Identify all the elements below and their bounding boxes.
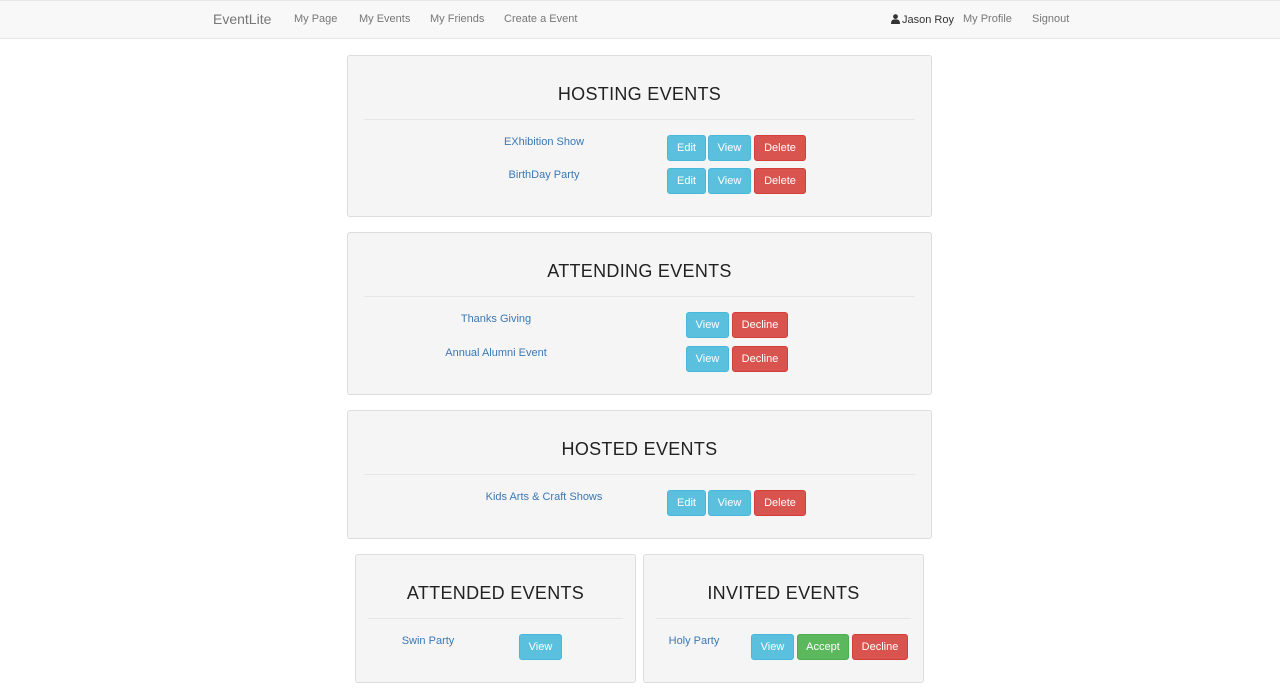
view-button[interactable]: View (708, 168, 751, 194)
divider (368, 618, 623, 619)
edit-button[interactable]: Edit (667, 168, 706, 194)
view-button[interactable]: View (751, 634, 794, 660)
decline-button[interactable]: Decline (732, 346, 788, 372)
hosting-events-panel: HOSTING EVENTS EXhibition Show Edit View… (347, 55, 932, 217)
nav-my-friends[interactable]: My Friends (430, 13, 484, 25)
divider (656, 618, 911, 619)
edit-button[interactable]: Edit (667, 135, 706, 161)
hosted-events-panel: HOSTED EVENTS Kids Arts & Craft Shows Ed… (347, 410, 932, 539)
user-icon (891, 14, 900, 24)
attending-events-title: ATTENDING EVENTS (547, 261, 732, 281)
invited-events-panel: INVITED EVENTS Holy Party View Accept De… (643, 554, 924, 683)
view-button[interactable]: View (686, 312, 729, 338)
view-button[interactable]: View (686, 346, 729, 372)
divider (364, 119, 915, 120)
decline-button[interactable]: Decline (732, 312, 788, 338)
event-link[interactable]: Thanks Giving (461, 313, 531, 325)
attended-events-title: ATTENDED EVENTS (406, 583, 585, 603)
hosted-events-title: HOSTED EVENTS (561, 439, 718, 459)
current-user: Jason Roy (891, 13, 954, 26)
event-link[interactable]: BirthDay Party (509, 169, 580, 181)
nav-my-events[interactable]: My Events (359, 13, 410, 25)
event-link[interactable]: Swin Party (402, 635, 455, 647)
event-link[interactable]: Kids Arts & Craft Shows (486, 491, 603, 503)
brand-link[interactable]: EventLite (213, 11, 271, 27)
view-button[interactable]: View (708, 490, 751, 516)
nav-my-page[interactable]: My Page (294, 13, 337, 25)
view-button[interactable]: View (708, 135, 751, 161)
delete-button[interactable]: Delete (754, 168, 806, 194)
divider (364, 474, 915, 475)
divider (364, 296, 915, 297)
hosting-events-title: HOSTING EVENTS (557, 84, 722, 104)
event-link[interactable]: Annual Alumni Event (445, 347, 547, 359)
invited-events-title: INVITED EVENTS (707, 583, 860, 603)
top-navbar: EventLite My Page My Events My Friends C… (0, 0, 1280, 39)
event-link[interactable]: EXhibition Show (504, 136, 584, 148)
nav-create-event[interactable]: Create a Event (504, 13, 577, 25)
user-name: Jason Roy (902, 14, 954, 26)
edit-button[interactable]: Edit (667, 490, 706, 516)
delete-button[interactable]: Delete (754, 135, 806, 161)
nav-signout[interactable]: Signout (1032, 13, 1069, 25)
event-link[interactable]: Holy Party (669, 635, 720, 647)
delete-button[interactable]: Delete (754, 490, 806, 516)
view-button[interactable]: View (519, 634, 562, 660)
attending-events-panel: ATTENDING EVENTS Thanks Giving View Decl… (347, 232, 932, 395)
attended-events-panel: ATTENDED EVENTS Swin Party View (355, 554, 636, 683)
accept-button[interactable]: Accept (797, 634, 849, 660)
nav-my-profile[interactable]: My Profile (963, 13, 1012, 25)
decline-button[interactable]: Decline (852, 634, 908, 660)
